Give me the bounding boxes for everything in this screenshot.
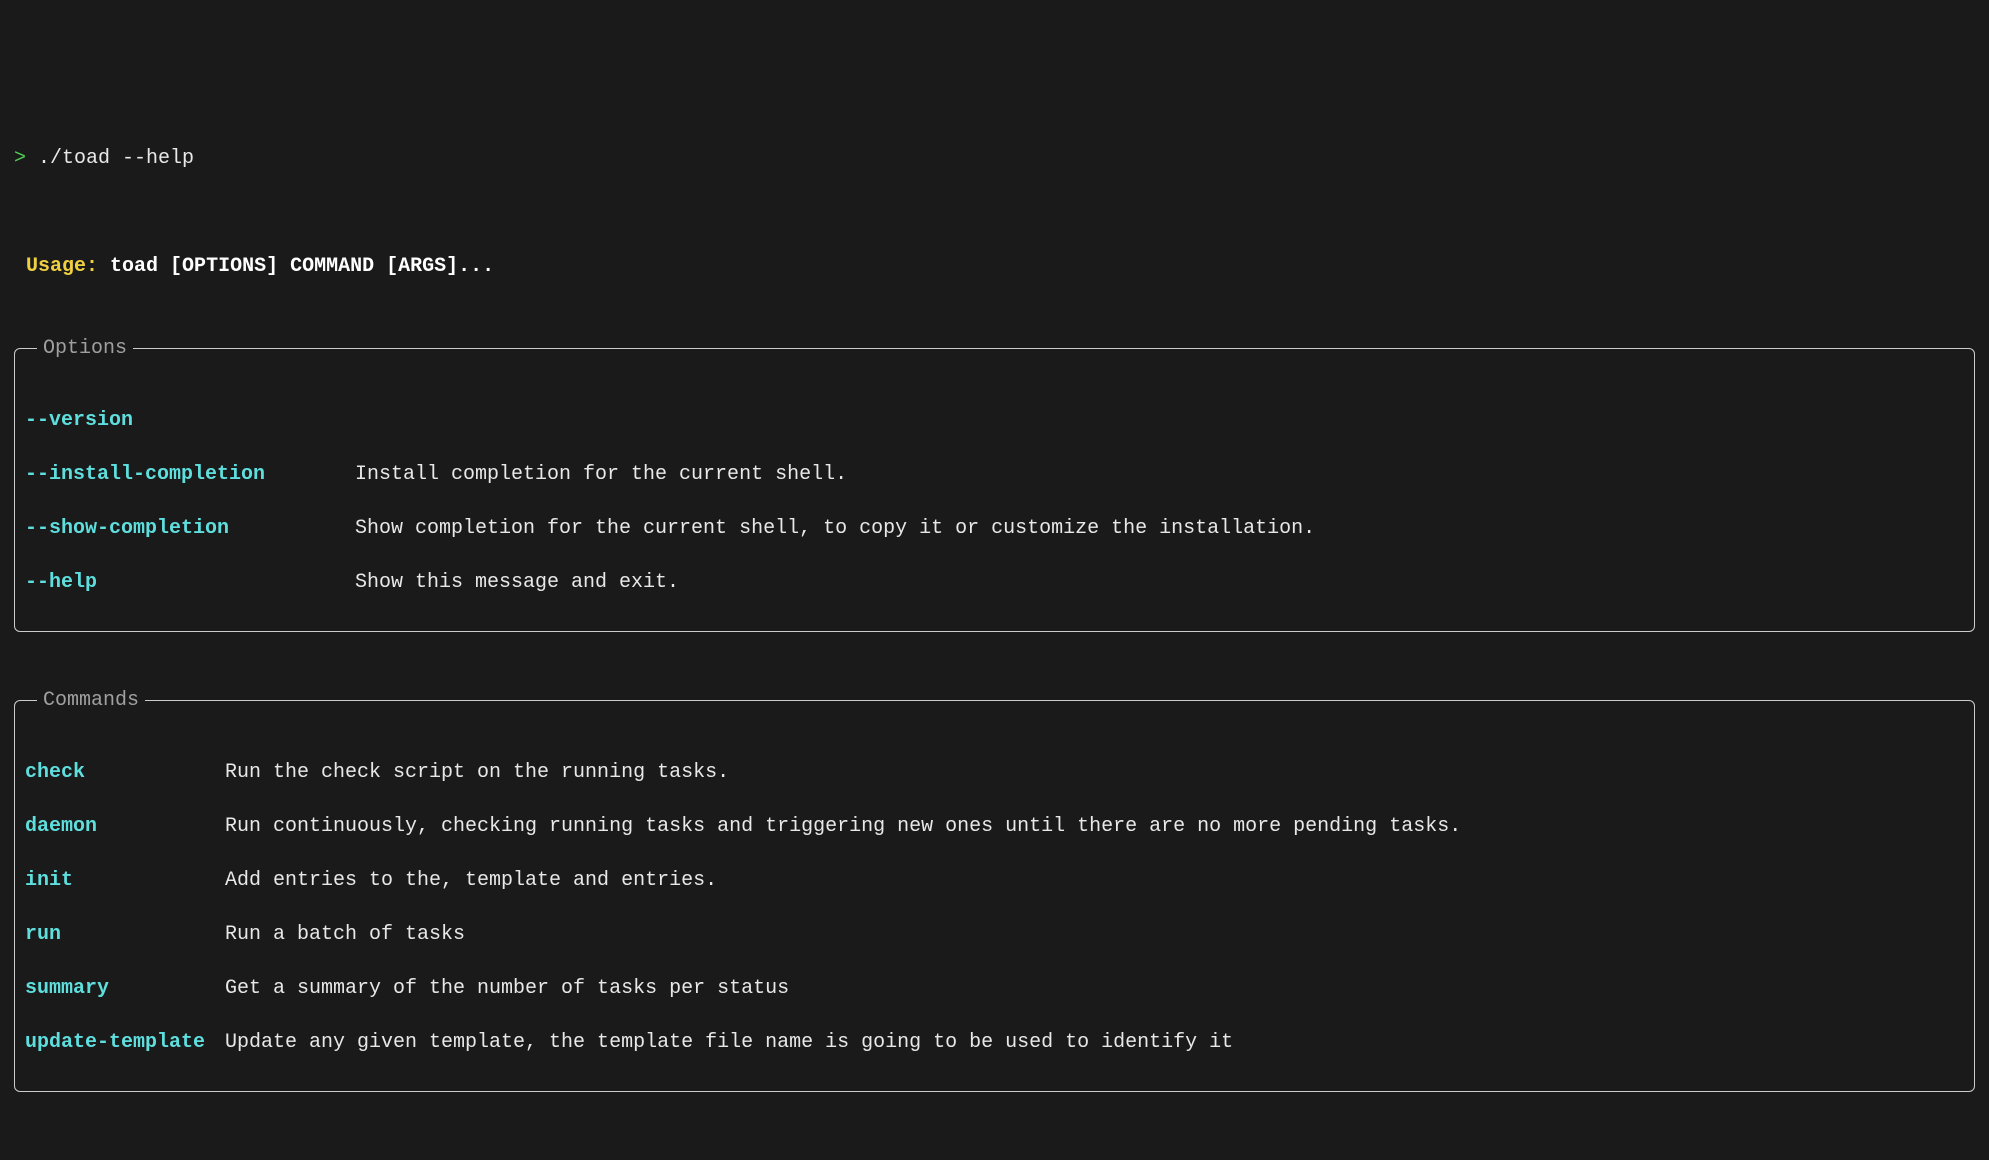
option-name: --show-completion xyxy=(25,515,355,542)
option-row: --version xyxy=(25,407,1964,434)
usage-label: Usage: xyxy=(26,255,98,278)
options-panel: Options --version --install-completionIn… xyxy=(14,348,1975,632)
command-name: daemon xyxy=(25,813,225,840)
command-name: init xyxy=(25,867,225,894)
commands-panel: Commands checkRun the check script on th… xyxy=(14,700,1975,1092)
command-row: initAdd entries to the, template and ent… xyxy=(25,867,1964,894)
options-panel-title: Options xyxy=(37,335,133,362)
option-name: --version xyxy=(25,407,355,434)
usage-text: toad [OPTIONS] COMMAND [ARGS]... xyxy=(110,255,494,278)
terminal-output: > ./toad --help Usage: toad [OPTIONS] CO… xyxy=(14,118,1975,1119)
prompt-symbol: > xyxy=(14,147,26,170)
command-desc: Run a batch of tasks xyxy=(225,921,465,948)
command-desc: Run continuously, checking running tasks… xyxy=(225,813,1461,840)
prompt-line: > ./toad --help xyxy=(14,145,1975,172)
usage-line: Usage: toad [OPTIONS] COMMAND [ARGS]... xyxy=(14,253,1975,280)
option-desc: Install completion for the current shell… xyxy=(355,461,847,488)
option-desc: Show this message and exit. xyxy=(355,569,679,596)
option-name: --help xyxy=(25,569,355,596)
command-row: checkRun the check script on the running… xyxy=(25,759,1964,786)
option-desc: Show completion for the current shell, t… xyxy=(355,515,1315,542)
command-row: runRun a batch of tasks xyxy=(25,921,1964,948)
option-row: --install-completionInstall completion f… xyxy=(25,461,1964,488)
command-desc: Update any given template, the template … xyxy=(225,1029,1233,1056)
command-desc: Run the check script on the running task… xyxy=(225,759,729,786)
command-text: ./toad --help xyxy=(38,147,194,170)
option-row: --show-completionShow completion for the… xyxy=(25,515,1964,542)
command-name: check xyxy=(25,759,225,786)
command-row: daemonRun continuously, checking running… xyxy=(25,813,1964,840)
command-row: update-templateUpdate any given template… xyxy=(25,1029,1964,1056)
commands-panel-title: Commands xyxy=(37,687,145,714)
command-name: summary xyxy=(25,975,225,1002)
command-row: summaryGet a summary of the number of ta… xyxy=(25,975,1964,1002)
option-row: --helpShow this message and exit. xyxy=(25,569,1964,596)
command-name: update-template xyxy=(25,1029,225,1056)
command-name: run xyxy=(25,921,225,948)
command-desc: Add entries to the, template and entries… xyxy=(225,867,717,894)
option-name: --install-completion xyxy=(25,461,355,488)
blank-line xyxy=(14,199,1975,226)
command-desc: Get a summary of the number of tasks per… xyxy=(225,975,789,1002)
